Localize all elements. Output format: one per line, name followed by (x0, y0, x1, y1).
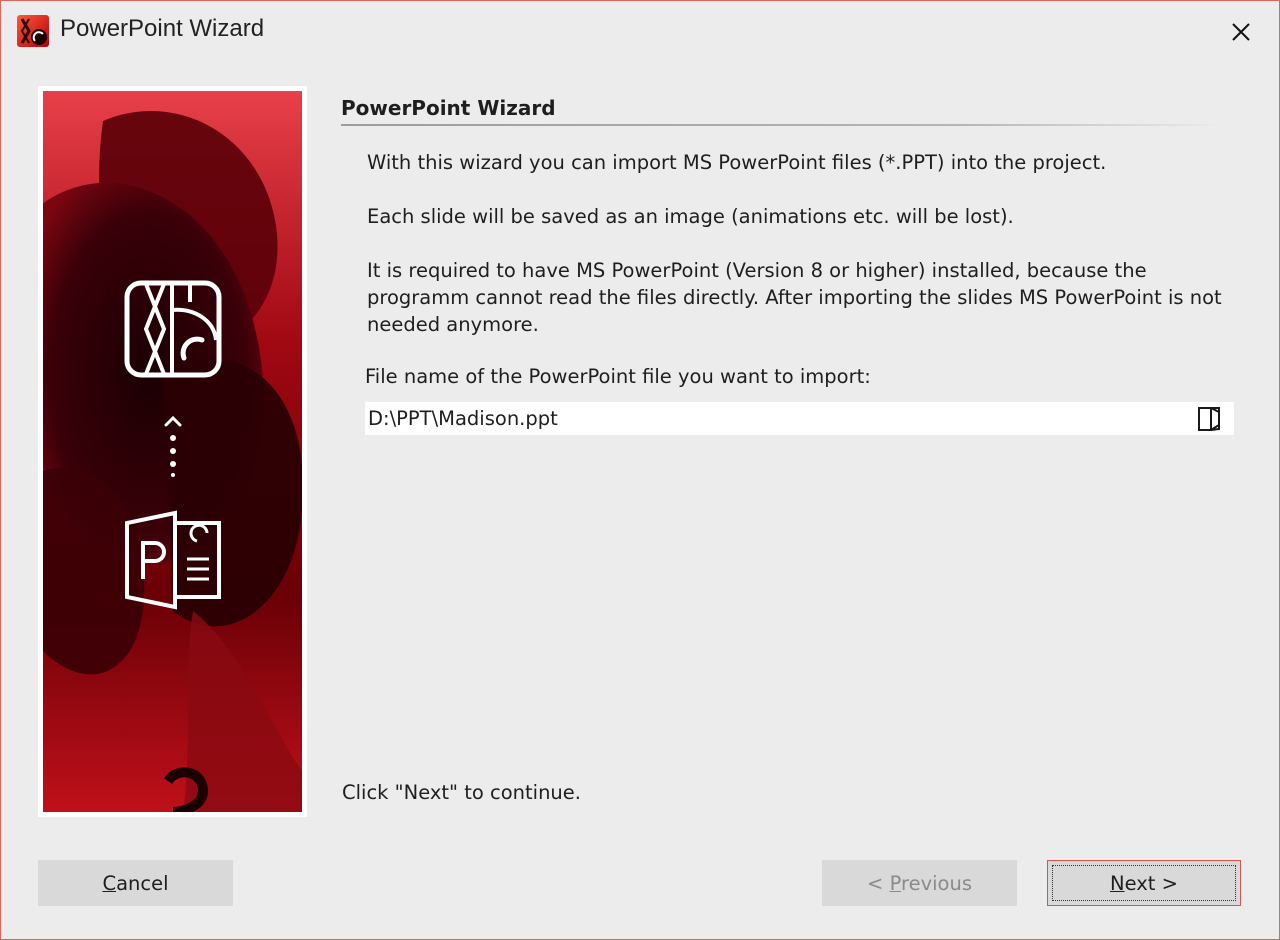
section-divider (341, 124, 1223, 126)
app-logo-icon (17, 15, 49, 47)
title-bar: PowerPoint Wizard (1, 1, 1279, 63)
dotted-arrow-up-icon (164, 415, 182, 477)
cancel-button[interactable]: Cancel (38, 860, 233, 906)
side-banner-image (43, 91, 302, 812)
continue-hint: Click "Next" to continue. (342, 781, 581, 804)
wizard-window: PowerPoint Wizard PowerPoint Wizard With… (0, 0, 1280, 940)
next-button[interactable]: Next > (1047, 860, 1241, 906)
intro-paragraph: With this wizard you can import MS Power… (367, 151, 1107, 174)
previous-label: revious (900, 871, 972, 895)
file-name-field (365, 402, 1234, 435)
file-name-input[interactable] (365, 402, 1188, 435)
cancel-accel: C (102, 871, 117, 895)
app-logo-icon (124, 280, 222, 378)
powerpoint-icon (125, 510, 221, 610)
previous-button[interactable]: < Previous (822, 860, 1017, 906)
close-icon (1232, 23, 1250, 41)
requirements-paragraph: It is required to have MS PowerPoint (Ve… (367, 259, 1222, 336)
browse-button[interactable] (1196, 405, 1222, 433)
next-label: ext > (1124, 871, 1178, 895)
folder-open-icon (1198, 407, 1220, 431)
previous-accel: P (889, 871, 901, 895)
window-title: PowerPoint Wizard (60, 15, 265, 42)
next-accel: N (1110, 871, 1125, 895)
file-name-label: File name of the PowerPoint file you wan… (365, 365, 871, 388)
slides-note-paragraph: Each slide will be saved as an image (an… (367, 205, 1014, 228)
close-button[interactable] (1220, 13, 1262, 51)
previous-prefix: < (867, 871, 890, 895)
side-image-frame (38, 86, 307, 817)
section-title: PowerPoint Wizard (341, 96, 556, 120)
cancel-label: ancel (116, 871, 169, 895)
